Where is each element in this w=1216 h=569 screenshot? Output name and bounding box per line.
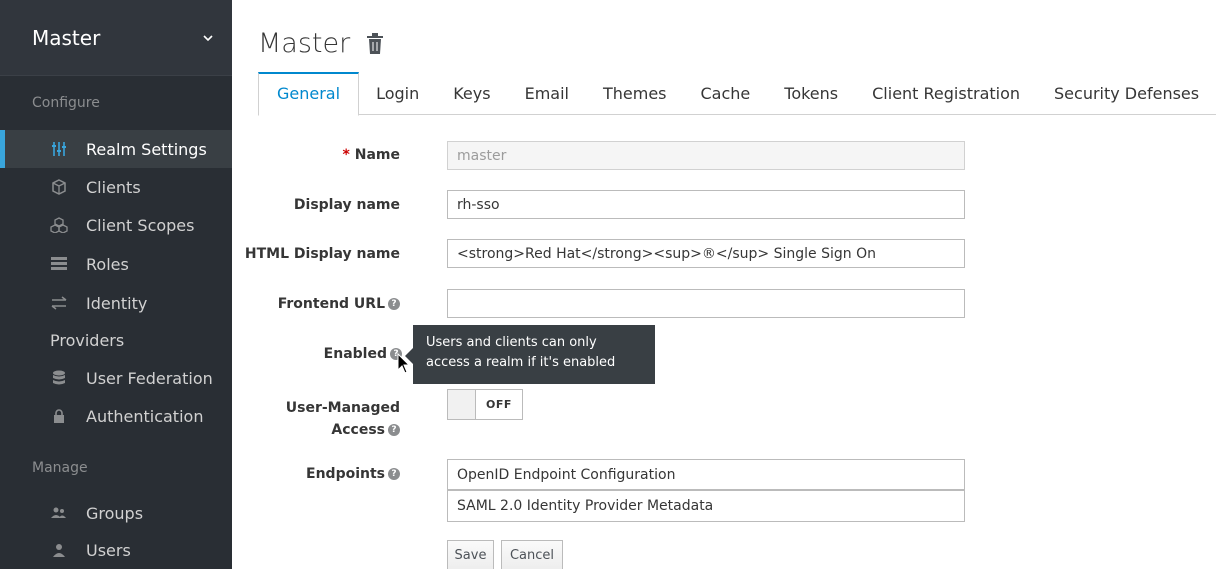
sidebar-item-clients[interactable]: Clients bbox=[0, 168, 232, 206]
enabled-label: Enabled? bbox=[202, 346, 402, 362]
tab-general[interactable]: General bbox=[258, 72, 360, 116]
user-managed-label-line1: User-Managed bbox=[285, 400, 400, 416]
list-icon bbox=[50, 255, 68, 273]
tab-tokens[interactable]: Tokens bbox=[767, 72, 855, 115]
name-field[interactable]: master bbox=[447, 141, 965, 170]
display-name-field[interactable]: rh-sso bbox=[447, 190, 965, 219]
page-title: Master bbox=[258, 28, 384, 59]
user-icon bbox=[50, 541, 68, 559]
sidebar-item-realm-settings[interactable]: Realm Settings bbox=[0, 130, 232, 168]
user-managed-access-label: User-Managed Access? bbox=[200, 397, 400, 441]
realm-selector[interactable]: Master bbox=[0, 0, 232, 76]
display-name-label: Display name bbox=[293, 197, 400, 213]
sidebar-item-roles[interactable]: Roles bbox=[0, 245, 232, 283]
sliders-icon bbox=[50, 140, 68, 158]
lock-icon bbox=[50, 407, 68, 425]
realm-name: Master bbox=[32, 25, 101, 50]
tooltip-line: access a realm if it's enabled bbox=[426, 355, 616, 370]
frontend-url-label-text: Frontend URL bbox=[277, 296, 385, 312]
exchange-icon bbox=[50, 294, 68, 312]
tab-keys[interactable]: Keys bbox=[436, 72, 507, 115]
user-managed-label-line2: Access bbox=[331, 422, 385, 438]
trash-icon[interactable] bbox=[366, 32, 384, 55]
endpoints-label-text: Endpoints bbox=[306, 466, 385, 482]
frontend-url-label: Frontend URL? bbox=[200, 296, 400, 312]
sidebar-item-label: Authentication bbox=[86, 406, 204, 426]
sidebar-item-identity-providers-cont[interactable]: Providers bbox=[0, 330, 232, 350]
chevron-down-icon bbox=[203, 34, 213, 41]
required-marker: * bbox=[342, 147, 350, 163]
tab-security-defenses[interactable]: Security Defenses bbox=[1037, 72, 1216, 115]
tab-client-registration[interactable]: Client Registration bbox=[855, 72, 1037, 115]
sidebar-item-label: Identity bbox=[86, 293, 148, 313]
sidebar-item-label: Clients bbox=[86, 177, 141, 197]
cubes-icon bbox=[50, 216, 68, 234]
help-icon[interactable]: ? bbox=[388, 468, 400, 480]
sidebar-item-label: User Federation bbox=[86, 368, 213, 388]
html-display-name-field[interactable]: <strong>Red Hat</strong><sup>®</sup> Sin… bbox=[447, 239, 965, 268]
sidebar-item-groups[interactable]: Groups bbox=[0, 494, 232, 532]
sidebar-item-users[interactable]: Users bbox=[0, 531, 232, 569]
enabled-label-text: Enabled bbox=[323, 346, 387, 362]
sidebar-item-label: Providers bbox=[50, 330, 125, 350]
main-content: Master General Login Keys Email Themes C… bbox=[232, 0, 1216, 569]
users-icon bbox=[50, 504, 68, 522]
sidebar-item-label: Client Scopes bbox=[86, 215, 195, 235]
cube-icon bbox=[50, 178, 68, 196]
section-configure-label: Configure bbox=[32, 95, 100, 111]
tooltip-line: Users and clients can only bbox=[426, 335, 597, 350]
sidebar-item-label: Roles bbox=[86, 254, 129, 274]
tab-email[interactable]: Email bbox=[508, 72, 586, 115]
sidebar-item-user-federation[interactable]: User Federation bbox=[0, 359, 232, 397]
endpoint-openid-link[interactable]: OpenID Endpoint Configuration bbox=[447, 459, 965, 490]
help-icon[interactable]: ? bbox=[388, 298, 400, 310]
tab-themes[interactable]: Themes bbox=[586, 72, 684, 115]
mouse-cursor-icon bbox=[397, 353, 411, 374]
sidebar-item-client-scopes[interactable]: Client Scopes bbox=[0, 206, 232, 244]
toggle-state: OFF bbox=[486, 398, 512, 411]
tab-bar: General Login Keys Email Themes Cache To… bbox=[258, 72, 1216, 116]
cancel-button[interactable]: Cancel bbox=[501, 540, 563, 569]
section-manage-label: Manage bbox=[32, 460, 88, 476]
tab-cache[interactable]: Cache bbox=[684, 72, 768, 115]
sidebar-item-identity-providers[interactable]: Identity bbox=[0, 284, 232, 322]
name-label: * Name bbox=[200, 147, 400, 163]
help-icon[interactable]: ? bbox=[388, 424, 400, 436]
page-title-text: Master bbox=[258, 28, 351, 59]
endpoints-label: Endpoints? bbox=[200, 466, 400, 482]
sidebar-item-authentication[interactable]: Authentication bbox=[0, 397, 232, 435]
sidebar: Master Configure Realm Settings Clients … bbox=[0, 0, 232, 569]
enabled-tooltip: Users and clients can only access a real… bbox=[413, 325, 655, 384]
endpoint-saml-link[interactable]: SAML 2.0 Identity Provider Metadata bbox=[447, 490, 965, 522]
tab-login[interactable]: Login bbox=[359, 72, 436, 115]
toggle-knob bbox=[448, 390, 476, 419]
frontend-url-field[interactable] bbox=[447, 289, 965, 318]
name-label-text: Name bbox=[354, 147, 400, 163]
save-button[interactable]: Save bbox=[447, 540, 494, 569]
html-display-name-label: HTML Display name bbox=[244, 246, 400, 262]
sidebar-item-label: Realm Settings bbox=[86, 139, 207, 159]
database-icon bbox=[50, 369, 68, 387]
sidebar-item-label: Users bbox=[86, 540, 131, 560]
user-managed-access-toggle[interactable]: OFF bbox=[447, 389, 523, 420]
sidebar-item-label: Groups bbox=[86, 503, 144, 523]
